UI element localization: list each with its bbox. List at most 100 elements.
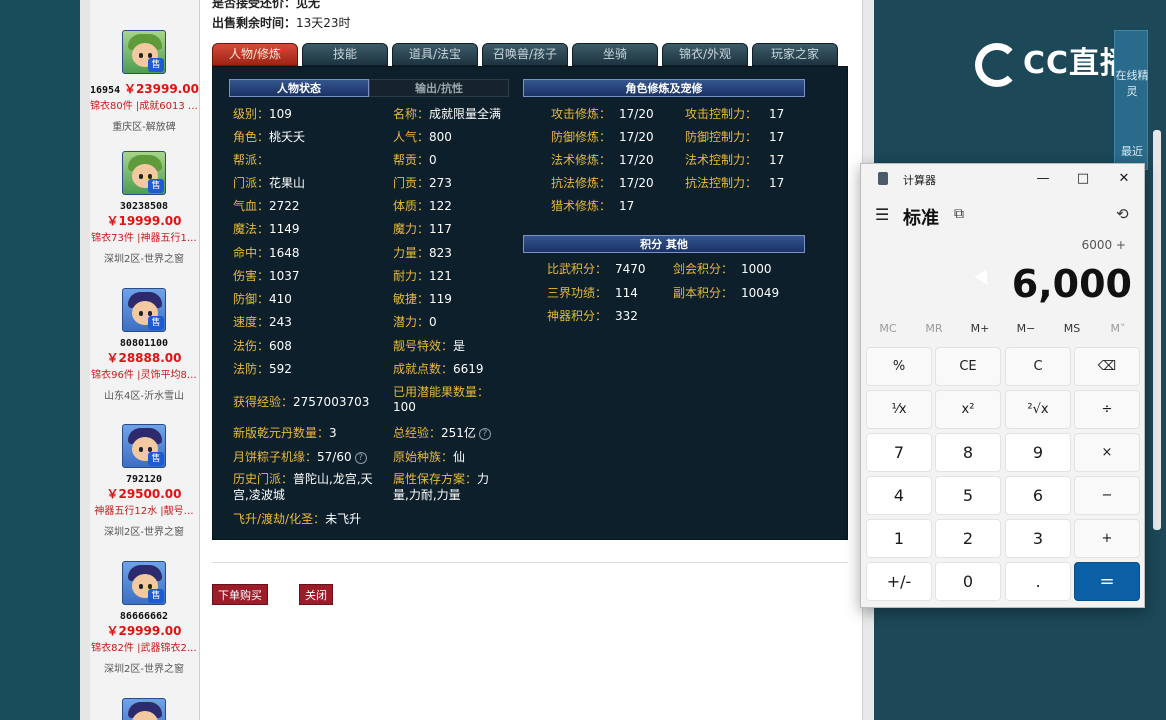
character-panel: 人物状态 输出/抗性 角色修炼及宠修 积分 其他 级别：109 角色：桃夭夭 帮… <box>212 66 848 540</box>
control-magic: 法术控制力： 17 <box>685 153 785 167</box>
section-status[interactable]: 人物状态 <box>229 79 369 97</box>
tab-character[interactable]: 人物/修炼 <box>212 43 298 66</box>
divide-key[interactable]: ÷ <box>1074 390 1140 429</box>
percent-key[interactable]: % <box>866 347 932 386</box>
side-tools: 在线精灵 最近 <box>1114 30 1149 170</box>
section-output[interactable]: 输出/抗性 <box>369 79 509 97</box>
cc-live-logo: CC直播 <box>975 38 1131 87</box>
stat-race: 原始种族：仙 <box>393 450 466 464</box>
menu-icon[interactable]: ☰ <box>875 205 889 224</box>
tab-items[interactable]: 道具/法宝 <box>392 43 478 66</box>
listing-item[interactable]: 售 30238508 ￥19999.00 锦衣73件 |神器五行1… 深圳2区-… <box>90 151 198 265</box>
listing-item[interactable]: 售 80801100 ￥28888.00 锦衣96件 |灵饰平均8… 山东4区-… <box>90 288 198 402</box>
stat-ascend: 飞升/渡劫/化圣：未飞升 <box>233 512 362 526</box>
character-avatar[interactable]: 售 <box>122 151 166 195</box>
stat-potential: 潜力：0 <box>393 315 437 329</box>
negate-key[interactable]: +/- <box>866 562 932 601</box>
memory-store-button[interactable]: MS <box>1049 322 1095 335</box>
clear-entry-key[interactable]: CE <box>935 347 1001 386</box>
control-attack: 攻击控制力： 17 <box>685 107 785 121</box>
memory-clear-button[interactable]: MC <box>865 322 911 335</box>
character-avatar[interactable]: 售 <box>122 30 166 74</box>
tab-pets[interactable]: 召唤兽/孩子 <box>482 43 568 66</box>
digit-4-key[interactable]: 4 <box>866 476 932 515</box>
memory-recall-button[interactable]: MR <box>911 322 957 335</box>
stat-qianyuan: 新版乾元丹数量：3 <box>233 426 337 440</box>
stat-level: 级别：109 <box>233 107 292 121</box>
keep-on-top-icon[interactable]: ⧉ <box>954 206 964 222</box>
stat-guild: 帮派： <box>233 153 270 167</box>
add-key[interactable]: + <box>1074 519 1140 558</box>
cultivation-hunting: 猎术修炼： 17 <box>551 199 635 213</box>
tab-mounts[interactable]: 坐骑 <box>572 43 658 66</box>
tab-player-home[interactable]: 玩家之家 <box>752 43 838 66</box>
digit-5-key[interactable]: 5 <box>935 476 1001 515</box>
listing-server: 深圳2区-世界之窗 <box>104 527 184 538</box>
history-icon[interactable]: ⟲ <box>1116 205 1129 223</box>
divider <box>212 562 848 563</box>
calculator-expression: 6000 + <box>1081 238 1126 252</box>
digit-7-key[interactable]: 7 <box>866 433 932 472</box>
digit-1-key[interactable]: 1 <box>866 519 932 558</box>
character-avatar[interactable]: 售 <box>122 288 166 332</box>
close-window-button[interactable]: ✕ <box>1109 168 1139 190</box>
cultivation-attack: 攻击修炼： 17/20 <box>551 107 654 121</box>
stat-attr-plan: 属性保存方案：力量,力耐,力量 <box>393 472 490 502</box>
reciprocal-key[interactable]: ¹⁄x <box>866 390 932 429</box>
listing-item[interactable]: 售 16954 ￥23999.00 锦衣80件 |成就6013 |… 重庆区-解… <box>90 30 199 133</box>
character-avatar[interactable] <box>122 698 166 720</box>
listing-item[interactable]: 售 792120 ￥29500.00 神器五行12水 |靓号… 深圳2区-世界之… <box>90 424 198 538</box>
multiply-key[interactable]: × <box>1074 433 1140 472</box>
listing-id: 792120 <box>125 474 163 485</box>
tab-outfits[interactable]: 锦衣/外观 <box>662 43 748 66</box>
stat-magic-power: 魔力：117 <box>393 222 452 236</box>
stat-magic-defense: 法防：592 <box>233 362 292 376</box>
stat-role: 角色：桃夭夭 <box>233 130 306 144</box>
close-button[interactable]: 关闭 <box>299 584 333 605</box>
digit-8-key[interactable]: 8 <box>935 433 1001 472</box>
listing-id: 80801100 <box>119 338 169 349</box>
listing-tags: 锦衣96件 |灵饰平均8… <box>91 370 197 381</box>
scrollbar[interactable] <box>1153 130 1161 530</box>
subtract-key[interactable]: − <box>1074 476 1140 515</box>
points-merit: 三界功绩： 114 <box>547 286 638 300</box>
calculator-titlebar[interactable]: 计算器 — □ ✕ <box>861 164 1144 194</box>
decimal-key[interactable]: . <box>1005 562 1071 601</box>
listing-server: 深圳2区-世界之窗 <box>104 254 184 265</box>
listing-tags: 神器五行12水 |靓号… <box>94 506 194 517</box>
maximize-button[interactable]: □ <box>1068 168 1098 190</box>
memory-list-button[interactable]: M˅ <box>1095 322 1141 335</box>
square-key[interactable]: x² <box>935 390 1001 429</box>
side-tool-assistant[interactable]: 在线精灵 <box>1115 67 1149 99</box>
stat-zongzi: 月饼粽子机缘：57/60? <box>233 448 367 465</box>
digit-9-key[interactable]: 9 <box>1005 433 1071 472</box>
backspace-key[interactable]: ⌫ <box>1074 347 1140 386</box>
sqrt-key[interactable]: ²√x <box>1005 390 1071 429</box>
listing-item[interactable]: 售 86666662 ￥29999.00 锦衣82件 |武器锦衣2… 深圳2区-… <box>90 561 198 675</box>
calculator-display: 6,000 <box>1011 262 1132 306</box>
stat-special-id: 靓号特效：是 <box>393 339 466 353</box>
character-avatar[interactable]: 售 <box>122 561 166 605</box>
background-left <box>0 0 80 720</box>
buy-button[interactable]: 下单购买 <box>212 584 268 605</box>
clear-key[interactable]: C <box>1005 347 1071 386</box>
memory-add-button[interactable]: M+ <box>957 322 1003 335</box>
digit-3-key[interactable]: 3 <box>1005 519 1071 558</box>
listing-tags: 锦衣82件 |武器锦衣2… <box>91 643 197 654</box>
minimize-button[interactable]: — <box>1028 168 1058 190</box>
side-tool-recent[interactable]: 最近 <box>1115 143 1149 159</box>
stat-agility: 敏捷：119 <box>393 292 452 306</box>
memory-row: MC MR M+ M− MS M˅ <box>865 319 1143 341</box>
character-avatar[interactable]: 售 <box>122 424 166 468</box>
stat-constitution: 体质：122 <box>393 199 452 213</box>
tab-skills[interactable]: 技能 <box>302 43 388 66</box>
equals-key[interactable]: = <box>1074 562 1140 601</box>
control-defense: 防御控制力： 17 <box>685 130 785 144</box>
digit-2-key[interactable]: 2 <box>935 519 1001 558</box>
digit-0-key[interactable]: 0 <box>935 562 1001 601</box>
digit-6-key[interactable]: 6 <box>1005 476 1071 515</box>
help-icon[interactable]: ? <box>478 427 491 440</box>
listing-item[interactable] <box>90 698 198 720</box>
memory-subtract-button[interactable]: M− <box>1003 322 1049 335</box>
help-icon[interactable]: ? <box>354 451 367 464</box>
